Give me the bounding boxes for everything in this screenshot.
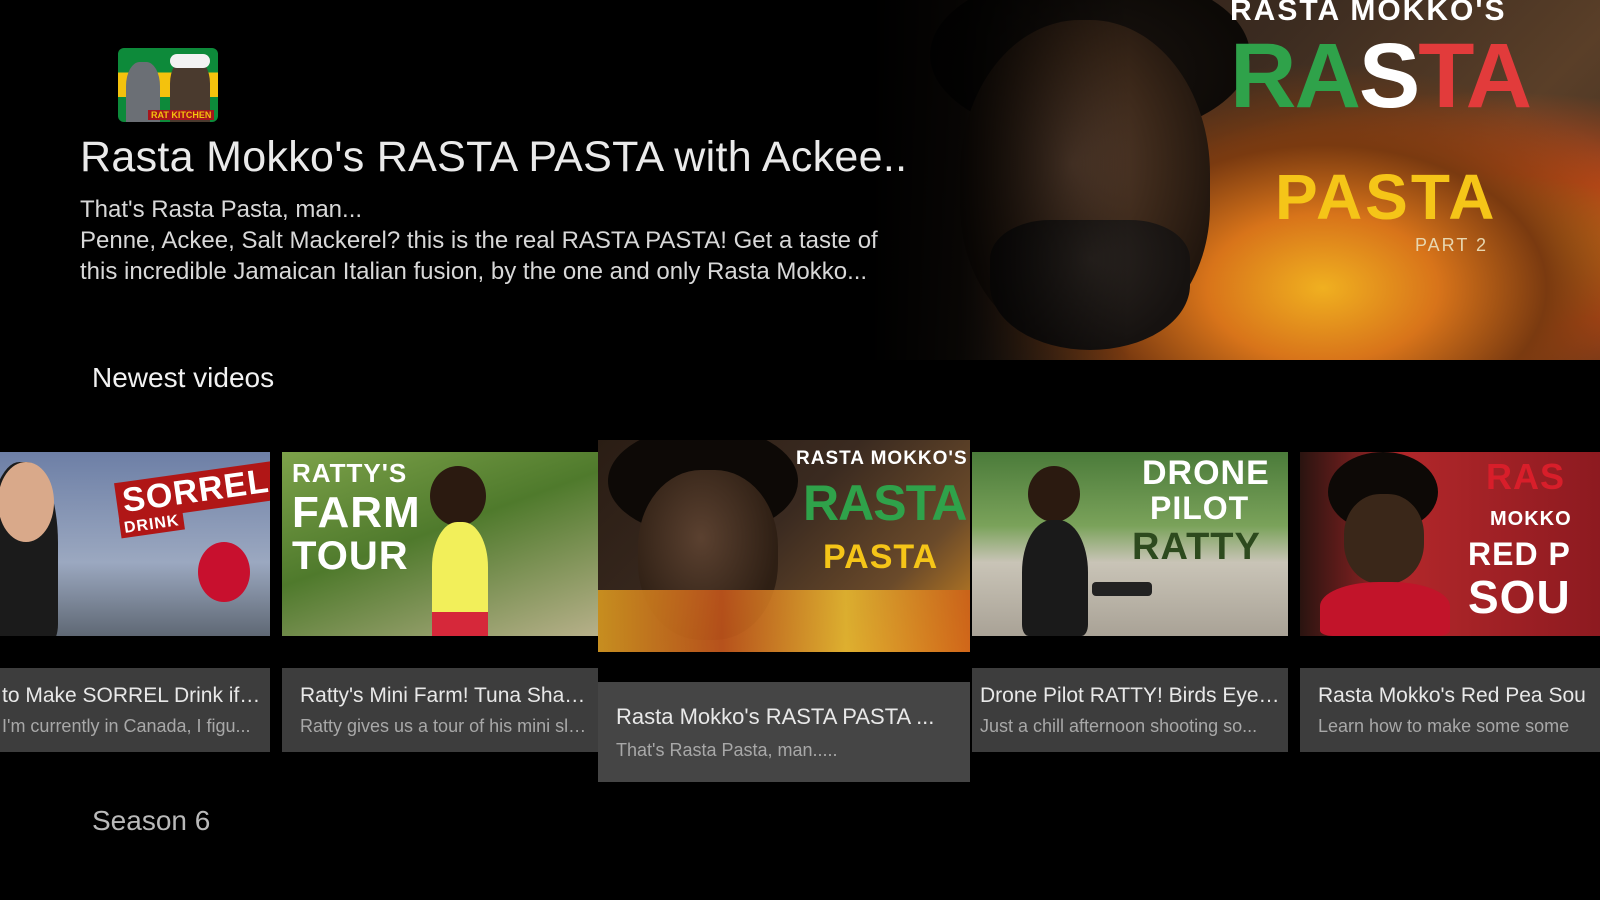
video-title: Rasta Mokko's Red Pea Sou xyxy=(1318,684,1586,707)
hero-logo-part: PART 2 xyxy=(1415,235,1489,255)
video-meta: Drone Pilot RATTY! Birds Eye V... Just a… xyxy=(972,668,1288,752)
thumb-text-tour: TOUR xyxy=(292,534,409,578)
rasta-letter-t: T xyxy=(1418,25,1467,127)
thumb-shirt xyxy=(1022,520,1088,636)
thumb-text-drone: DRONE xyxy=(1142,454,1270,492)
thumb-text-pilot: PILOT xyxy=(1150,490,1250,526)
thumb-pasta-dish xyxy=(598,590,970,652)
thumb-face xyxy=(1344,494,1424,584)
thumb-shirt xyxy=(1320,582,1450,636)
thumb-text-ras: RAS xyxy=(1486,456,1566,497)
thumb-head xyxy=(1028,466,1080,522)
hero-title: Rasta Mokko's RASTA PASTA with Ackee.. xyxy=(80,133,908,181)
hero-logo-rasta: RASTA xyxy=(1230,30,1532,122)
video-title: Rasta Mokko's RASTA PASTA ... xyxy=(616,704,935,729)
video-subtitle: That's Rasta Pasta, man..... xyxy=(616,740,838,760)
rasta-letter-s: S xyxy=(1358,25,1420,127)
rasta-letter-r: R xyxy=(1230,25,1296,127)
video-card-rasta-pasta-focused[interactable]: RASTA MOKKO'S RASTA PASTA Rasta Mokko's … xyxy=(598,440,970,782)
avatar-hat xyxy=(170,54,210,68)
thumb-text-sou: SOU xyxy=(1468,571,1571,623)
avatar-tag: RAT KITCHEN xyxy=(148,110,215,120)
video-thumbnail: RAS MOKKO RED P SOU xyxy=(1300,452,1600,636)
video-card-red-pea-soup[interactable]: RAS MOKKO RED P SOU Rasta Mokko's Red Pe… xyxy=(1300,452,1600,752)
rasta-letter-a2: A xyxy=(1465,25,1532,127)
video-card-sorrel[interactable]: SORREL DRINK to Make SORREL Drink if ...… xyxy=(0,452,270,752)
thumb-text-rasta: RASTA xyxy=(803,475,968,531)
thumb-shirt xyxy=(432,522,488,622)
video-card-drone-pilot[interactable]: DRONE PILOT RATTY Drone Pilot RATTY! Bir… xyxy=(972,452,1288,752)
thumb-flower xyxy=(198,542,250,602)
video-subtitle: Ratty gives us a tour of his mini slo... xyxy=(300,716,590,736)
video-thumbnail: DRONE PILOT RATTY xyxy=(972,452,1288,636)
thumb-head xyxy=(430,466,486,526)
thumb-controller xyxy=(1092,582,1152,596)
thumb-text-mokko: MOKKO xyxy=(1490,508,1572,530)
video-thumbnail: RASTA MOKKO'S RASTA PASTA xyxy=(598,440,970,652)
hero-description: Penne, Ackee, Salt Mackerel? this is the… xyxy=(80,225,940,287)
thumb-text-red-p: RED P xyxy=(1468,536,1571,572)
video-subtitle: I'm currently in Canada, I figu... xyxy=(2,716,251,736)
hero-description-line3: this incredible Jamaican Italian fusion,… xyxy=(80,258,868,285)
video-meta: to Make SORREL Drink if ... I'm currentl… xyxy=(0,668,270,752)
video-thumbnail: RATTY'S FARM TOUR xyxy=(282,452,598,636)
thumb-text-pasta: PASTA xyxy=(823,538,939,576)
video-card-ratty-farm[interactable]: RATTY'S FARM TOUR Ratty's Mini Farm! Tun… xyxy=(282,452,598,752)
thumb-text-rattys: RATTY'S xyxy=(292,458,408,488)
hero-banner: RASTA MOKKO'S RASTA PASTA PART 2 RAT KIT… xyxy=(0,0,1600,360)
thumb-text-farm: FARM xyxy=(292,488,421,537)
thumb-shorts xyxy=(432,612,488,636)
channel-avatar[interactable]: RAT KITCHEN xyxy=(118,48,218,122)
thumb-face xyxy=(0,462,54,542)
video-title: Ratty's Mini Farm! Tuna Shamp... xyxy=(300,684,590,707)
video-subtitle: Learn how to make some some xyxy=(1318,716,1570,736)
hero-description-line2: Penne, Ackee, Salt Mackerel? this is the… xyxy=(80,227,878,254)
thumb-text-rasta-mokkos: RASTA MOKKO'S xyxy=(796,448,968,469)
hero-logo-top-text: RASTA MOKKO'S xyxy=(1230,0,1507,27)
hero-artwork: RASTA MOKKO'S RASTA PASTA PART 2 xyxy=(870,0,1600,360)
thumb-text-ratty: RATTY xyxy=(1132,526,1261,568)
video-meta: Rasta Mokko's RASTA PASTA ... That's Ras… xyxy=(598,682,970,782)
section-title-season-6: Season 6 xyxy=(92,805,211,836)
rasta-letter-a: A xyxy=(1294,25,1360,127)
video-subtitle: Just a chill afternoon shooting so... xyxy=(980,716,1258,736)
section-title-newest-videos: Newest videos xyxy=(92,362,275,393)
video-row: SORREL DRINK to Make SORREL Drink if ...… xyxy=(0,440,1600,792)
video-meta: Rasta Mokko's Red Pea Sou Learn how to m… xyxy=(1300,668,1600,752)
video-meta: Ratty's Mini Farm! Tuna Shamp... Ratty g… xyxy=(282,668,598,752)
hero-description-line1: That's Rasta Pasta, man... xyxy=(80,196,363,223)
thumb-text-sorrel: SORREL xyxy=(114,461,270,522)
video-title: to Make SORREL Drink if ... xyxy=(2,684,262,707)
hero-logo-pasta: PASTA xyxy=(1275,161,1498,233)
video-title: Drone Pilot RATTY! Birds Eye V... xyxy=(980,684,1280,707)
video-thumbnail: SORREL DRINK xyxy=(0,452,270,636)
